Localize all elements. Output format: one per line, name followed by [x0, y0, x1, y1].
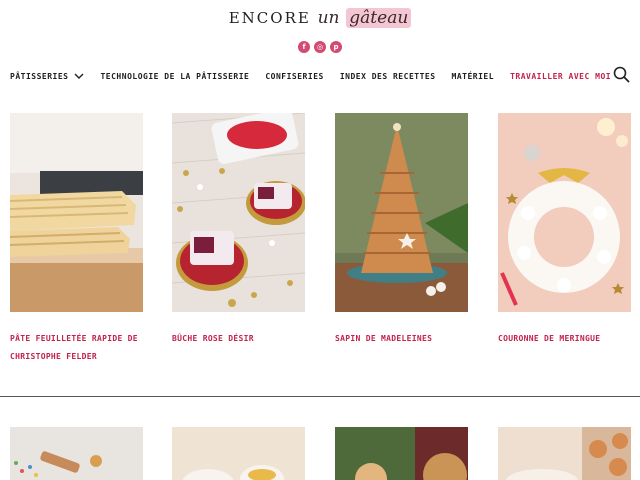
nav-item-index[interactable]: Index des recettes — [340, 72, 436, 81]
nav-item-label: Pâtisseries — [10, 71, 69, 81]
nav-item-materiel[interactable]: Matériel — [452, 72, 495, 81]
recipe-image-sapin-madeleines[interactable] — [335, 113, 468, 312]
main-nav: Pâtisseries Technologie de la pâtisserie… — [10, 66, 630, 86]
recipe-image-couronne-meringue[interactable] — [498, 113, 631, 312]
recipe-card[interactable]: Pâte feuilletée rapide de Christophe Fel… — [10, 113, 143, 366]
logo-main-text: ENCORE — [228, 9, 311, 27]
nav-item-travailler[interactable]: Travailler avec moi — [510, 72, 611, 81]
logo-script-text: un — [317, 8, 340, 28]
pinterest-icon[interactable]: p — [330, 41, 342, 53]
site-logo[interactable]: ENCORE un gâteau — [0, 8, 640, 28]
nav-item-confiseries[interactable]: Confiseries — [265, 72, 323, 81]
facebook-icon[interactable]: f — [298, 41, 310, 53]
section-divider — [0, 396, 640, 397]
recipe-card[interactable]: Sapin de madeleines — [335, 113, 468, 348]
search-icon[interactable] — [613, 66, 630, 83]
recipe-image[interactable] — [498, 427, 631, 480]
recipe-image[interactable] — [335, 427, 468, 480]
recipe-image[interactable] — [10, 427, 143, 480]
recipe-image[interactable] — [172, 427, 305, 480]
recipe-card[interactable]: Bûche rose désir — [172, 113, 305, 348]
recipe-title[interactable]: Pâte feuilletée rapide de Christophe Fel… — [10, 330, 143, 366]
recipe-image-buche-rose[interactable] — [172, 113, 305, 312]
social-links: f ◎ p — [298, 41, 342, 53]
instagram-icon[interactable]: ◎ — [314, 41, 326, 53]
recipe-image-pate-feuilletee[interactable] — [10, 113, 143, 312]
recipe-title[interactable]: Bûche rose désir — [172, 330, 305, 348]
nav-item-technologie[interactable]: Technologie de la pâtisserie — [100, 72, 249, 81]
recipe-card[interactable]: Couronne de meringue — [498, 113, 631, 348]
recipe-title[interactable]: Sapin de madeleines — [335, 330, 468, 348]
nav-item-patisseries[interactable]: Pâtisseries — [10, 72, 84, 81]
logo-script-highlight: gâteau — [346, 8, 412, 28]
chevron-down-icon[interactable] — [74, 73, 84, 80]
recipe-title[interactable]: Couronne de meringue — [498, 330, 631, 348]
